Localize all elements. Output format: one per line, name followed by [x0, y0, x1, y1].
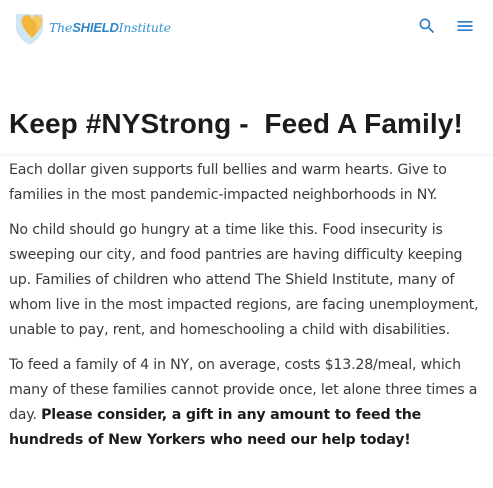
food-insecurity-paragraph: No child should go hungry at a time like… [9, 222, 479, 338]
logo-wordmark: TheSHIELDInstitute [49, 20, 171, 35]
appeal-text: Please consider, a gift in any amount to… [9, 407, 422, 448]
search-button[interactable] [415, 14, 439, 38]
title-divider [0, 154, 493, 155]
intro-paragraph: Each dollar given supports full bellies … [9, 162, 447, 203]
page-title: Keep #NYStrong - Feed A Family! [9, 108, 463, 139]
shield-institute-logo[interactable]: TheSHIELDInstitute [13, 9, 171, 47]
menu-icon [457, 21, 473, 31]
article-body: Each dollar given supports full bellies … [9, 158, 479, 463]
shield-heart-icon [16, 14, 43, 45]
donation-appeal-paragraph: To feed a family of 4 in NY, on average,… [9, 353, 479, 453]
search-icon [419, 18, 435, 34]
menu-button[interactable] [453, 14, 477, 38]
page-title-area: Keep #NYStrong - Feed A Family! [9, 96, 479, 152]
site-header: TheSHIELDInstitute [0, 0, 493, 56]
